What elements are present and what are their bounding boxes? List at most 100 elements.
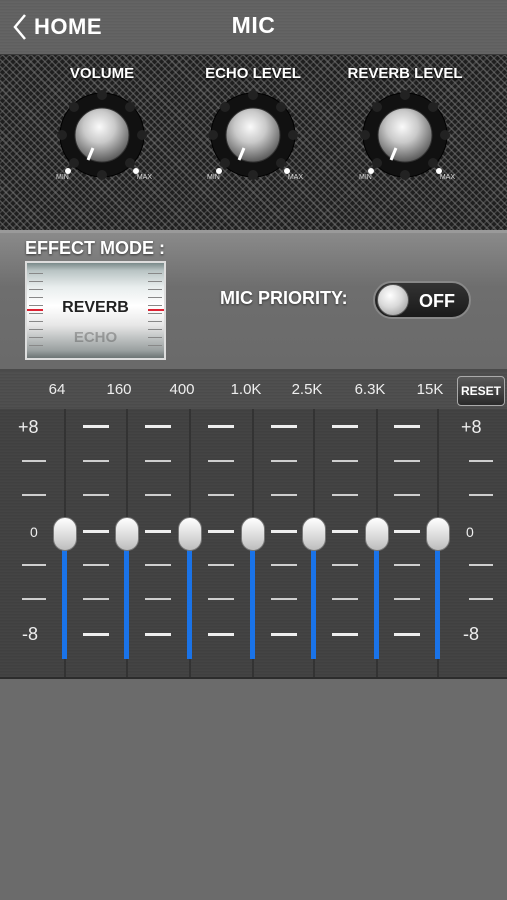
db-top-right: +8 [461, 417, 482, 437]
eq-grid-tick [145, 494, 171, 496]
reverb-level-control: REVERB LEVEL MIN MAX [335, 65, 475, 184]
slider-fill [311, 534, 316, 659]
eq-grid-tick [332, 494, 358, 496]
eq-grid-tick [271, 494, 297, 496]
volume-knob[interactable] [57, 90, 147, 180]
eq-grid-tick [271, 564, 297, 566]
mic-priority-toggle[interactable]: OFF [373, 281, 471, 319]
eq-grid-tick [145, 564, 171, 566]
slider-thumb[interactable] [241, 517, 265, 551]
volume-min-label: MIN [56, 174, 69, 181]
eq-band-label: 6.3K [354, 381, 386, 398]
db-mid-right: 0 [466, 524, 474, 540]
eq-grid-tick [208, 460, 234, 462]
effect-mode-option: ECHO [73, 329, 118, 346]
slider-thumb[interactable] [302, 517, 326, 551]
eq-grid-tick [145, 460, 171, 462]
eq-slider-400[interactable] [175, 409, 205, 677]
eq-grid-tick [469, 598, 493, 600]
footer-area [0, 680, 507, 900]
knob-panel: VOLUME MIN MAX ECHO LEVEL MIN MAX REVERB… [0, 55, 507, 233]
reverb-max-label: MAX [439, 174, 455, 181]
eq-grid-tick [145, 598, 171, 600]
reverb-level-knob[interactable] [360, 90, 450, 180]
echo-level-label: ECHO LEVEL [205, 65, 301, 82]
eq-grid-tick [145, 425, 171, 428]
eq-grid-tick [83, 460, 109, 462]
db-top-left: +8 [18, 417, 39, 437]
eq-band-label: 64 [48, 381, 66, 398]
eq-grid-tick [83, 564, 109, 566]
eq-slider-area: +8 0 -8 +8 0 -8 [0, 409, 507, 677]
eq-grid-tick [145, 530, 171, 533]
effect-mode-title: EFFECT MODE : [25, 238, 165, 258]
eq-grid-tick [208, 564, 234, 566]
eq-band-label: 2.5K [291, 381, 323, 398]
db-bottom-left: -8 [22, 624, 39, 644]
eq-grid-tick [22, 460, 46, 462]
eq-grid-tick [332, 530, 358, 533]
eq-slider-64[interactable] [50, 409, 80, 677]
eq-grid-tick [469, 460, 493, 462]
slider-fill [374, 534, 379, 659]
eq-grid-tick [394, 494, 420, 496]
echo-level-knob[interactable] [208, 90, 298, 180]
mic-priority-state: OFF [419, 291, 455, 311]
volume-max-label: MAX [136, 174, 152, 181]
knob-icon [360, 90, 450, 180]
mic-priority-label: MIC PRIORITY: [220, 288, 348, 308]
echo-min-label: MIN [207, 174, 220, 181]
slider-thumb[interactable] [53, 517, 77, 551]
eq-grid-tick [394, 598, 420, 600]
eq-grid-tick [394, 633, 420, 636]
slider-fill [187, 534, 192, 659]
eq-grid-tick [332, 564, 358, 566]
eq-slider-2.5K[interactable] [299, 409, 329, 677]
slider-fill [62, 534, 67, 659]
slider-thumb[interactable] [426, 517, 450, 551]
eq-slider-1.0K[interactable] [238, 409, 268, 677]
eq-grid-tick [208, 425, 234, 428]
eq-slider-160[interactable] [112, 409, 142, 677]
volume-control: VOLUME MIN MAX [32, 65, 172, 184]
slider-fill [435, 534, 440, 659]
eq-band-label: 15K [416, 381, 444, 398]
page-title: MIC [231, 12, 276, 38]
header-bar: HOME MIC [0, 0, 507, 55]
effect-mode-selected: REVERB [62, 299, 129, 316]
effect-section: EFFECT MODE : REVERB ECHO MIC PRIORITY: … [0, 233, 507, 371]
eq-grid-tick [22, 598, 46, 600]
volume-label: VOLUME [69, 65, 135, 82]
eq-slider-15K[interactable] [423, 409, 453, 677]
eq-grid-tick [83, 530, 109, 533]
eq-grid-tick [332, 460, 358, 462]
eq-grid-tick [332, 633, 358, 636]
eq-grid-tick [271, 530, 297, 533]
eq-grid-tick [208, 633, 234, 636]
eq-grid-tick [208, 530, 234, 533]
echo-max-label: MAX [287, 174, 303, 181]
slider-thumb[interactable] [365, 517, 389, 551]
eq-grid-tick [394, 425, 420, 428]
eq-grid-tick [22, 494, 46, 496]
equalizer-panel: 64 160 400 1.0K 2.5K 6.3K 15K RESET +8 0… [0, 371, 507, 679]
eq-slider-6.3K[interactable] [362, 409, 392, 677]
eq-grid-tick [394, 564, 420, 566]
slider-thumb[interactable] [115, 517, 139, 551]
eq-grid-tick [145, 633, 171, 636]
eq-grid-tick [394, 460, 420, 462]
eq-grid-tick [83, 633, 109, 636]
eq-grid-tick [394, 530, 420, 533]
eq-grid-tick [22, 564, 46, 566]
echo-level-control: ECHO LEVEL MIN MAX [183, 65, 323, 184]
slider-thumb[interactable] [178, 517, 202, 551]
slider-fill [124, 534, 129, 659]
eq-grid-tick [271, 460, 297, 462]
eq-band-label: 1.0K [230, 381, 262, 398]
eq-band-label: 400 [169, 381, 195, 398]
slider-fill [250, 534, 255, 659]
eq-grid-tick [332, 425, 358, 428]
reverb-min-label: MIN [359, 174, 372, 181]
reset-button[interactable]: RESET [457, 376, 505, 406]
effect-mode-picker[interactable]: REVERB ECHO [25, 261, 166, 360]
